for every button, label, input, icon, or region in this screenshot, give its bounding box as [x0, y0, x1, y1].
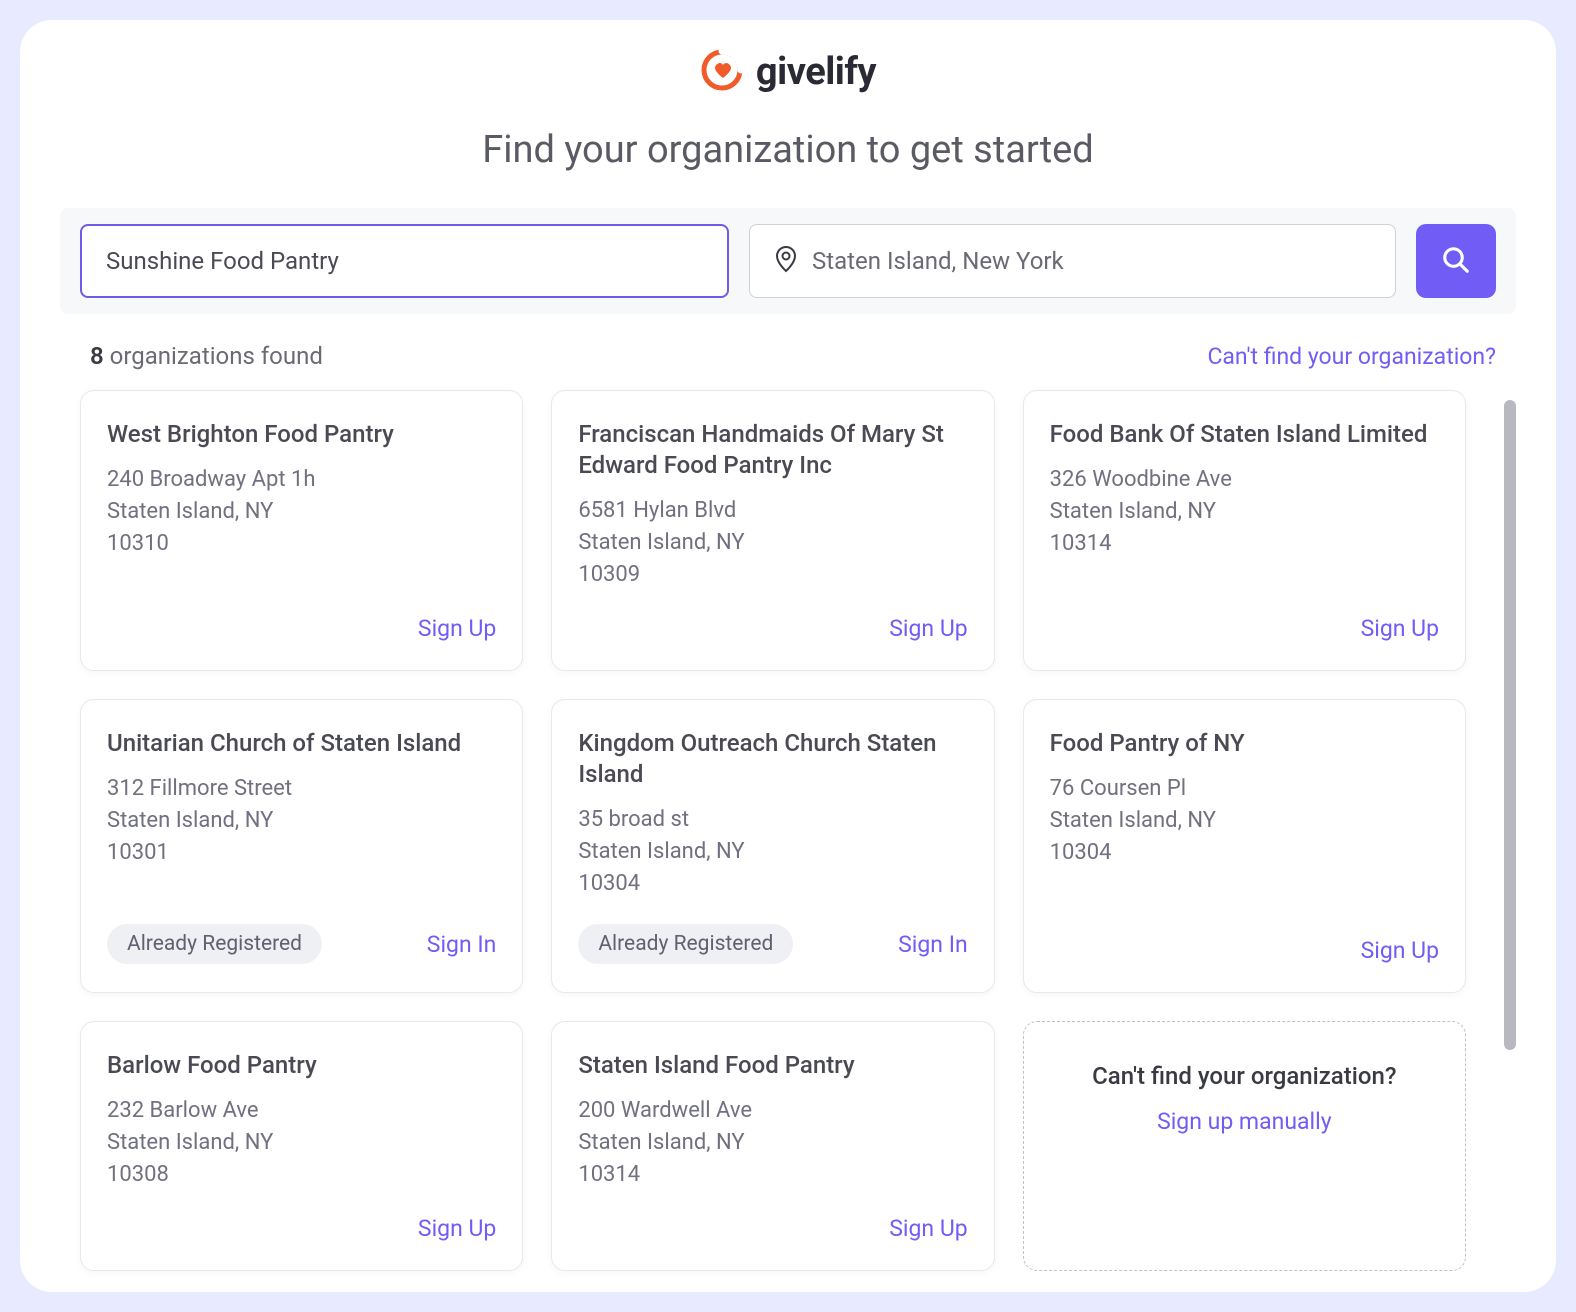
results-grid: West Brighton Food Pantry 240 Broadway Ap…	[80, 390, 1496, 1271]
org-card[interactable]: Barlow Food Pantry 232 Barlow Ave Staten …	[80, 1021, 523, 1271]
promo-title: Can't find your organization?	[1092, 1062, 1396, 1090]
results-count-suffix: organizations found	[104, 342, 323, 370]
sign-up-link[interactable]: Sign Up	[1361, 615, 1439, 642]
org-address: 35 broad st Staten Island, NY 10304	[578, 804, 967, 900]
search-button[interactable]	[1416, 224, 1496, 298]
sign-up-link[interactable]: Sign Up	[418, 1215, 496, 1242]
org-name: Staten Island Food Pantry	[578, 1050, 967, 1081]
search-icon	[1441, 245, 1471, 278]
org-card[interactable]: Food Bank Of Staten Island Limited 326 Wo…	[1023, 390, 1466, 671]
sign-in-link[interactable]: Sign In	[427, 931, 497, 958]
org-address: 200 Wardwell Ave Staten Island, NY 10314	[578, 1095, 967, 1191]
results-header: 8 organizations found Can't find your or…	[20, 314, 1556, 390]
org-card[interactable]: Food Pantry of NY 76 Coursen Pl Staten Is…	[1023, 699, 1466, 993]
org-name: Kingdom Outreach Church Staten Island	[578, 728, 967, 790]
signup-manually-card[interactable]: Can't find your organization? Sign up man…	[1023, 1021, 1466, 1271]
sign-in-link[interactable]: Sign In	[898, 931, 968, 958]
page-title: Find your organization to get started	[20, 128, 1556, 172]
org-name: Food Bank Of Staten Island Limited	[1050, 419, 1439, 450]
org-name: Food Pantry of NY	[1050, 728, 1439, 759]
org-card[interactable]: Franciscan Handmaids Of Mary St Edward F…	[551, 390, 994, 671]
cant-find-link[interactable]: Can't find your organization?	[1207, 343, 1496, 370]
already-registered-badge: Already Registered	[578, 924, 793, 964]
givelify-logo-icon	[700, 48, 744, 96]
org-card-footer: Already Registered Sign In	[107, 924, 496, 964]
org-name-input[interactable]	[80, 224, 729, 298]
org-card-footer: Sign Up	[107, 615, 496, 642]
org-card[interactable]: Unitarian Church of Staten Island 312 Fil…	[80, 699, 523, 993]
sign-up-link[interactable]: Sign Up	[889, 615, 967, 642]
results-count: 8 organizations found	[90, 342, 323, 370]
org-address: 326 Woodbine Ave Staten Island, NY 10314	[1050, 464, 1439, 560]
org-card-footer: Sign Up	[1050, 937, 1439, 964]
location-input-wrap[interactable]	[749, 224, 1396, 298]
results-area: West Brighton Food Pantry 240 Broadway Ap…	[20, 390, 1556, 1271]
org-card-footer: Sign Up	[578, 615, 967, 642]
brand-name: givelify	[756, 50, 876, 94]
map-pin-icon	[774, 245, 798, 277]
org-card-footer: Already Registered Sign In	[578, 924, 967, 964]
org-address: 232 Barlow Ave Staten Island, NY 10308	[107, 1095, 496, 1191]
brand-logo: givelify	[700, 48, 876, 96]
org-card-footer: Sign Up	[1050, 615, 1439, 642]
org-name: Barlow Food Pantry	[107, 1050, 496, 1081]
org-name: Unitarian Church of Staten Island	[107, 728, 496, 759]
org-address: 240 Broadway Apt 1h Staten Island, NY 10…	[107, 464, 496, 560]
sign-up-link[interactable]: Sign Up	[418, 615, 496, 642]
sign-up-link[interactable]: Sign Up	[1361, 937, 1439, 964]
org-address: 76 Coursen Pl Staten Island, NY 10304	[1050, 773, 1439, 869]
signup-manually-link[interactable]: Sign up manually	[1157, 1108, 1332, 1135]
already-registered-badge: Already Registered	[107, 924, 322, 964]
org-card[interactable]: West Brighton Food Pantry 240 Broadway Ap…	[80, 390, 523, 671]
search-bar	[60, 208, 1516, 314]
org-name: West Brighton Food Pantry	[107, 419, 496, 450]
org-address: 6581 Hylan Blvd Staten Island, NY 10309	[578, 495, 967, 591]
org-card[interactable]: Kingdom Outreach Church Staten Island 35 …	[551, 699, 994, 993]
main-panel: givelify Find your organization to get s…	[20, 20, 1556, 1292]
sign-up-link[interactable]: Sign Up	[889, 1215, 967, 1242]
results-count-number: 8	[90, 342, 104, 370]
org-card-footer: Sign Up	[107, 1215, 496, 1242]
logo-wrap: givelify	[20, 48, 1556, 96]
scrollbar[interactable]	[1504, 400, 1516, 1050]
org-card[interactable]: Staten Island Food Pantry 200 Wardwell Av…	[551, 1021, 994, 1271]
org-card-footer: Sign Up	[578, 1215, 967, 1242]
location-input[interactable]	[812, 247, 1371, 275]
org-name: Franciscan Handmaids Of Mary St Edward F…	[578, 419, 967, 481]
org-address: 312 Fillmore Street Staten Island, NY 10…	[107, 773, 496, 869]
